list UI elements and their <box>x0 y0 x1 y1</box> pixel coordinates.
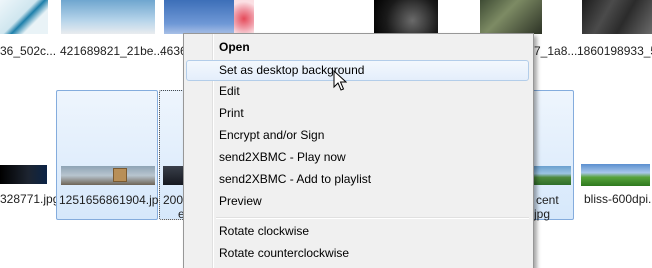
cardboard-box-figure <box>113 168 127 182</box>
file-thumbnail <box>164 0 234 34</box>
file-name: 36_502c... <box>0 44 57 58</box>
file-thumbnail <box>480 0 542 34</box>
file-thumbnail <box>61 166 155 185</box>
file-name: bliss-600dpi. <box>584 192 652 206</box>
file-name: 1251656861904.jpg <box>59 193 166 207</box>
file-thumbnail <box>61 0 155 34</box>
file-name: 7_1a8... <box>534 44 578 58</box>
context-menu: Open Set as desktop background Edit Prin… <box>183 33 534 268</box>
menu-item-rotate-counterclockwise[interactable]: Rotate counterclockwise <box>186 243 529 264</box>
file-thumbnail <box>0 0 48 34</box>
menu-item-send2xbmc-playlist[interactable]: send2XBMC - Add to playlist <box>186 169 529 190</box>
menu-item-open[interactable]: Open <box>186 37 529 58</box>
menu-item-set-desktop-background[interactable]: Set as desktop background <box>186 60 529 81</box>
file-tile-bottom-5[interactable]: bliss-600dpi. <box>578 90 652 220</box>
mouse-pointer-icon <box>333 69 348 97</box>
file-name-line-1: cent <box>536 193 559 207</box>
file-thumbnail <box>582 0 652 34</box>
file-name: 328771.jpg <box>0 192 60 206</box>
file-tile-top-2[interactable]: 421689821_21be... <box>58 0 163 70</box>
file-tile-top-1[interactable]: 36_502c... <box>0 0 57 70</box>
file-name: 421689821_21be... <box>60 44 164 58</box>
menu-item-rotate-clockwise[interactable]: Rotate clockwise <box>186 221 529 242</box>
file-thumbnail <box>581 164 650 186</box>
menu-item-print[interactable]: Print <box>186 103 529 124</box>
file-name-line-2: jpg <box>534 207 551 221</box>
menu-item-encrypt-sign[interactable]: Encrypt and/or Sign <box>186 125 529 146</box>
file-thumbnail <box>0 165 47 184</box>
file-thumbnail <box>374 0 438 34</box>
menu-item-send2xbmc-play[interactable]: send2XBMC - Play now <box>186 147 529 168</box>
menu-separator <box>216 217 529 219</box>
menu-item-edit[interactable]: Edit <box>186 81 529 102</box>
file-tile-bottom-1[interactable]: 328771.jpg <box>0 90 59 220</box>
menu-item-preview[interactable]: Preview <box>186 191 529 212</box>
file-tile-bottom-2[interactable]: 1251656861904.jpg <box>56 90 165 220</box>
file-tile-top-5[interactable]: 1860198933_5c... <box>576 0 652 70</box>
file-name: 1860198933_5c... <box>577 44 652 58</box>
file-thumbnail <box>234 0 254 34</box>
